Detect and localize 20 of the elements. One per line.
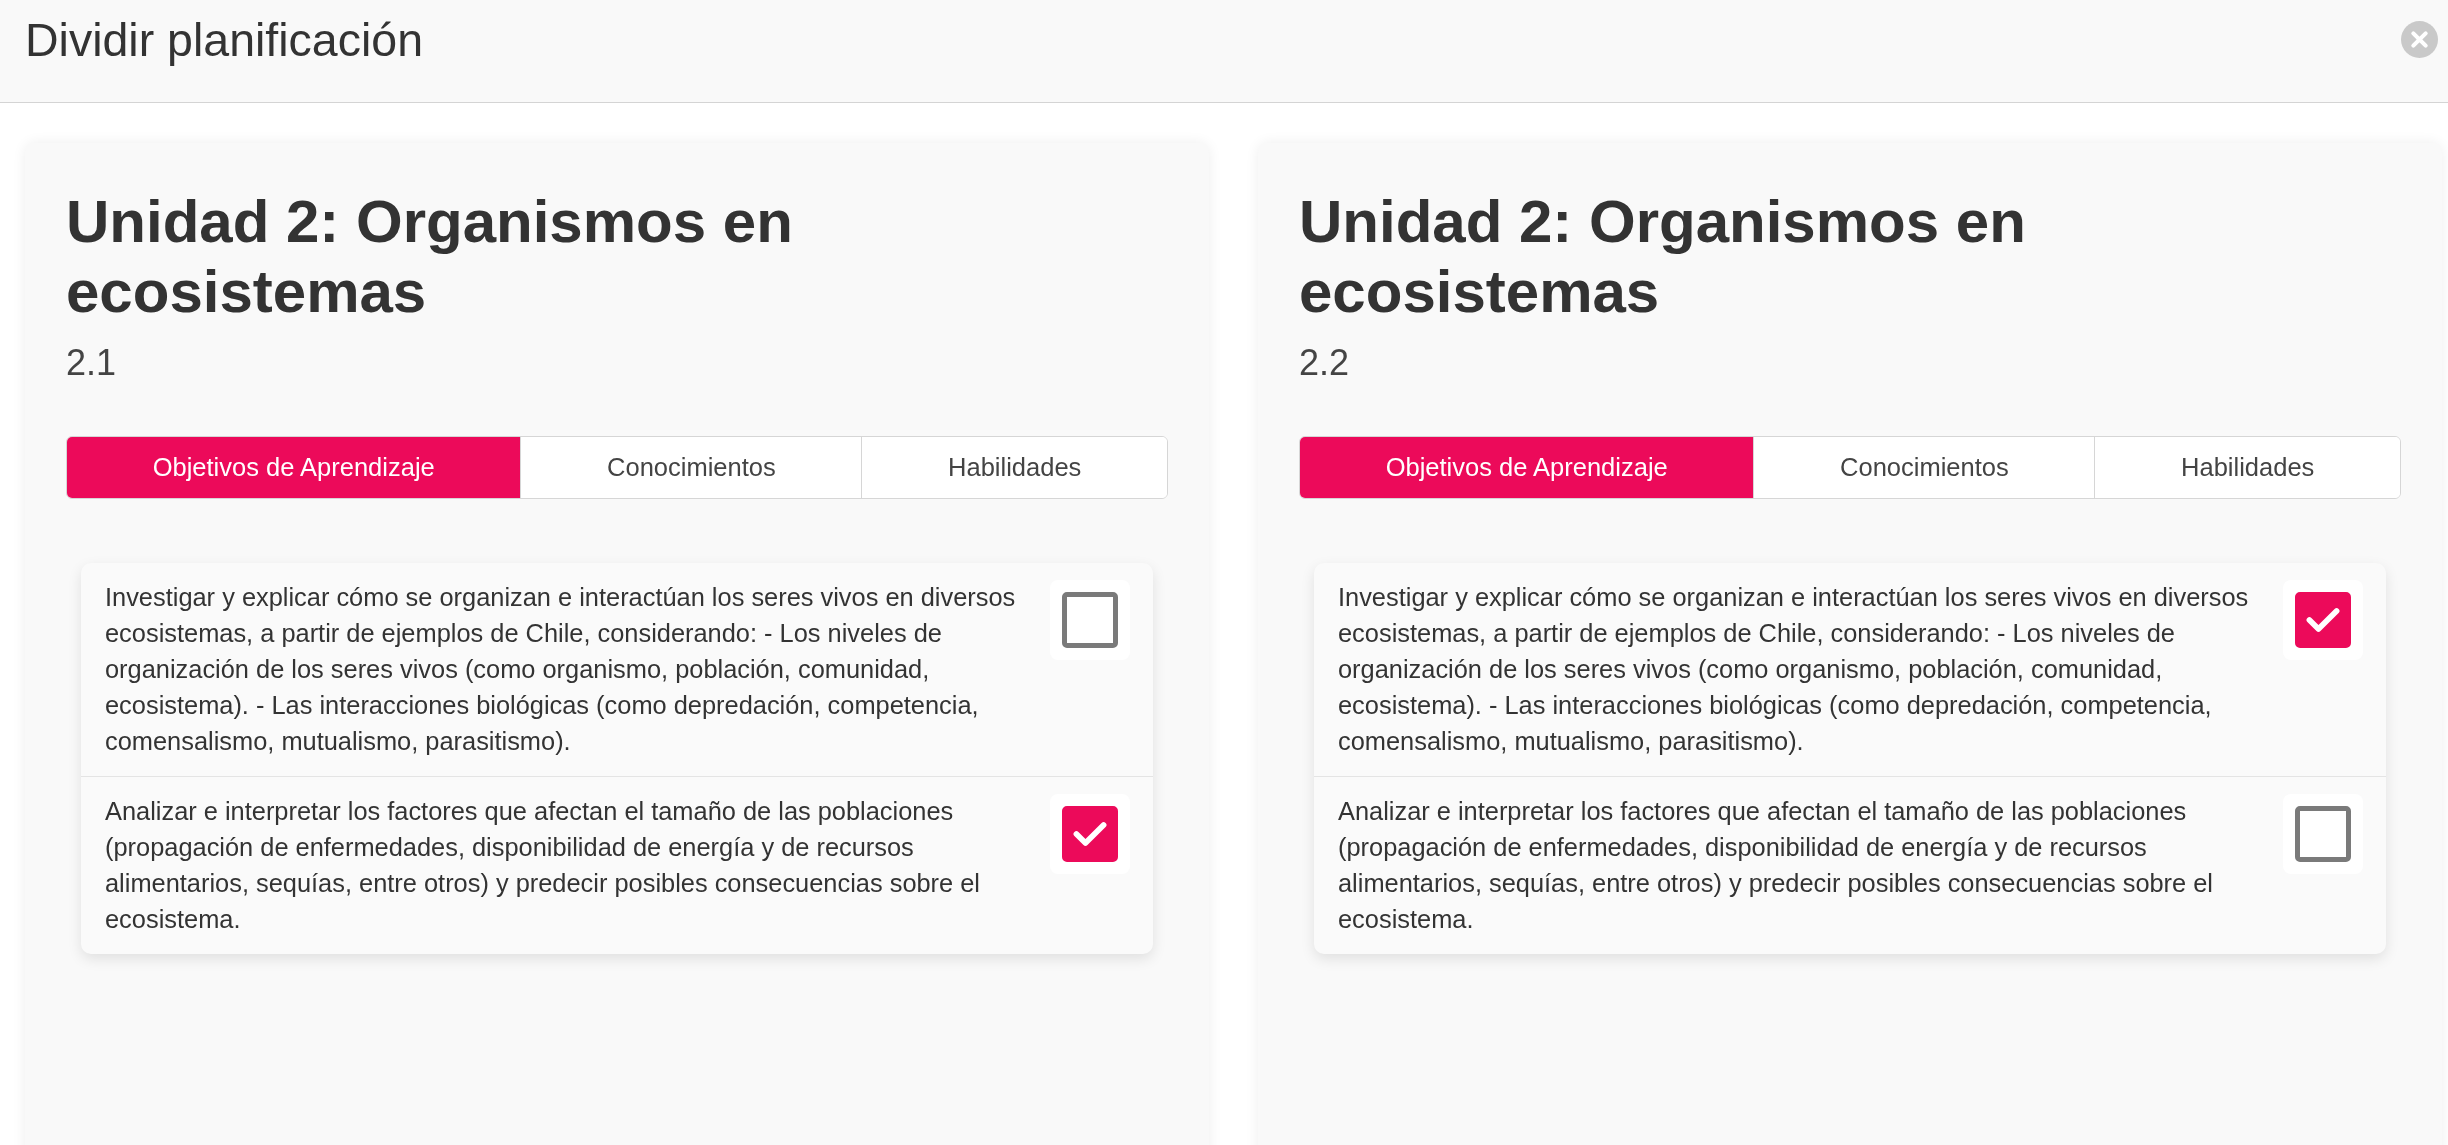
checkbox[interactable] (1050, 794, 1130, 874)
objective-text: Analizar e interpretar los factores que afectan el tamaño de las poblaciones (propagación de enfermedades, disponibilidad de energía y de recursos alimentarios, sequías, entre otros) y predecir posibles consecuencias sobre el ecosistema. (1338, 796, 2214, 935)
tab[interactable]: Habilidades (2094, 437, 2400, 498)
objective-text: Analizar e interpretar los factores que afectan el tamaño de las poblaciones (propagación de enfermedades, disponibilidad de energía y de recursos alimentarios, sequías, entre otros) y predecir posibles consecuencias sobre el ecosistema. (105, 796, 981, 935)
unit-title: Unidad 2: Organismos en ecosistemas (66, 187, 794, 327)
checkbox[interactable] (1050, 580, 1130, 660)
close-icon (2401, 21, 2438, 58)
tab[interactable]: Objetivos de Aprendizaje (1300, 437, 1754, 498)
objective-text: Investigar y explicar cómo se organizan e interactúan los seres vivos en diversos ecosistemas, a partir de ejemplos de Chile, considerando: - Los niveles de organización de los seres vivos (como organismo, población, comunidad, ecosistema). - Las interacciones biológicas (como depredación, competencia, comensalismo, mutualismo, parasitismo). (105, 582, 1017, 757)
unit-number: 2.2 (1299, 341, 1351, 385)
checkbox[interactable] (2283, 794, 2363, 874)
tab[interactable]: Habilidades (861, 437, 1167, 498)
checkbox[interactable] (2283, 580, 2363, 660)
unit-number: 2.1 (66, 341, 118, 385)
objective-text: Investigar y explicar cómo se organizan e interactúan los seres vivos en diversos ecosistemas, a partir de ejemplos de Chile, considerando: - Los niveles de organización de los seres vivos (como organismo, población, comunidad, ecosistema). - Las interacciones biológicas (como depredación, competencia, comensalismo, mutualismo, parasitismo). (1338, 582, 2250, 757)
dialog-title: Dividir planificación (25, 13, 423, 67)
check-icon (1073, 820, 1107, 848)
unit-title: Unidad 2: Organismos en ecosistemas (1299, 187, 2027, 327)
check-icon (2306, 606, 2340, 634)
tab[interactable]: Objetivos de Aprendizaje (67, 437, 521, 498)
